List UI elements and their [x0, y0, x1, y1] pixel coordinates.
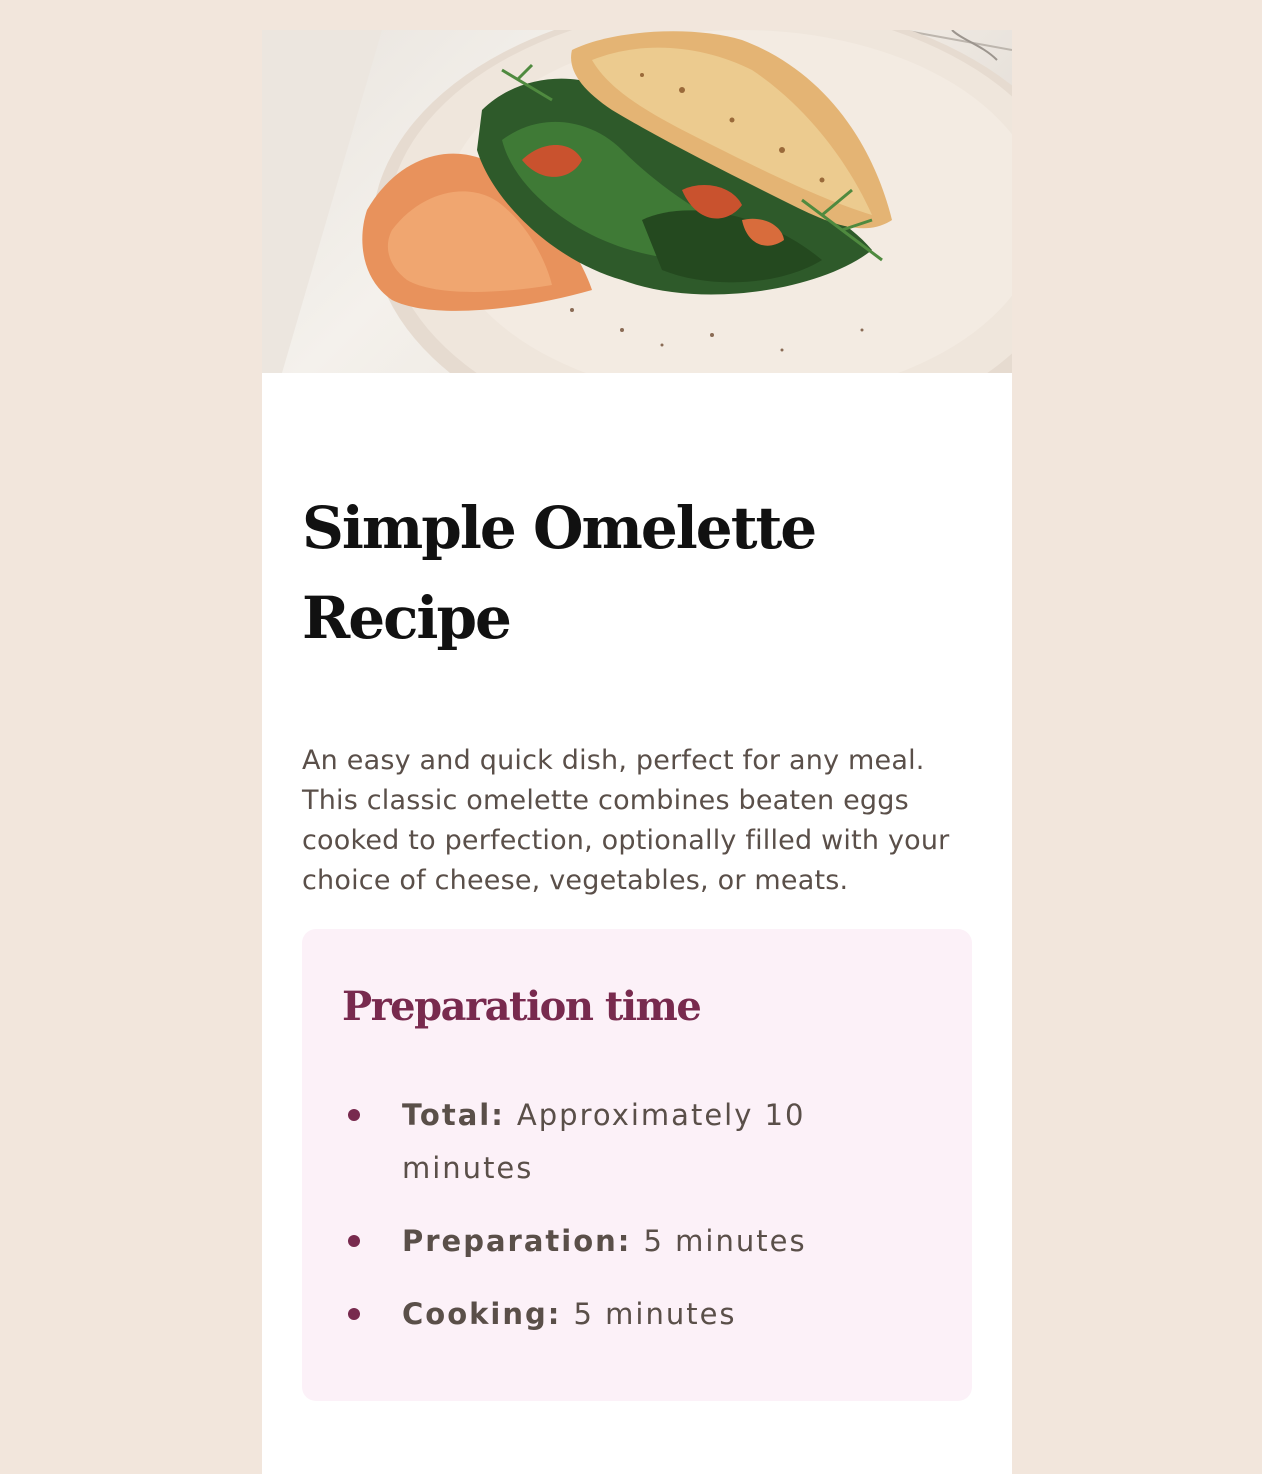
preparation-time-title: Preparation time	[342, 983, 702, 1030]
preparation-item-total: Total: Approximately 10 minutes	[342, 1089, 932, 1195]
preparation-item-label: Preparation:	[402, 1224, 644, 1258]
preparation-item-label: Cooking:	[402, 1297, 574, 1331]
preparation-item-label: Total:	[402, 1098, 517, 1132]
bullet-dot-icon	[348, 1308, 360, 1320]
preparation-item-preparation: Preparation: 5 minutes	[342, 1215, 932, 1268]
omelette-image	[262, 30, 1012, 373]
bullet-dot-icon	[348, 1235, 360, 1247]
omelette-illustration	[262, 30, 1012, 373]
recipe-title: Simple Omelette Recipe	[302, 494, 817, 652]
recipe-card: Simple Omelette Recipe An easy and quick…	[262, 30, 1012, 1474]
preparation-item-value: 5 minutes	[573, 1297, 737, 1331]
recipe-description: An easy and quick dish, perfect for any …	[302, 745, 950, 896]
preparation-time-section: Preparation time Total: Approximately 10…	[302, 929, 972, 1401]
preparation-item-cooking: Cooking: 5 minutes	[342, 1288, 932, 1341]
bullet-dot-icon	[348, 1109, 360, 1121]
preparation-time-list: Total: Approximately 10 minutes Preparat…	[342, 1089, 932, 1341]
preparation-item-value: 5 minutes	[643, 1224, 807, 1258]
